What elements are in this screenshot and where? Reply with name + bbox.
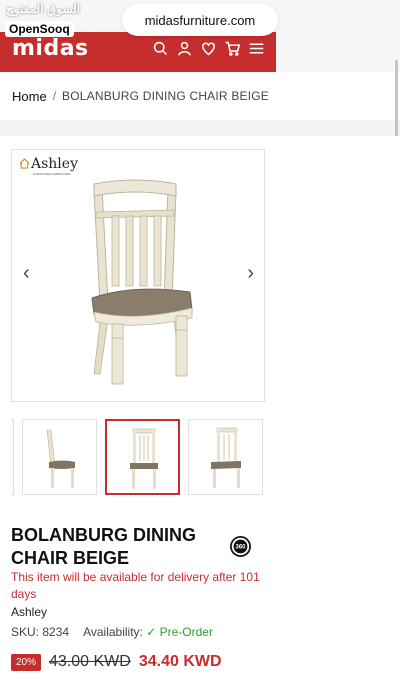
heart-icon[interactable] [200,40,217,57]
breadcrumb: Home / BOLANBURG DINING CHAIR BEIGE [0,72,400,120]
watermark-arabic: السوق المفتوح [6,2,81,16]
360-view-icon[interactable]: 360 [229,535,252,558]
watermark-opensooq: OpenSooq [5,21,74,37]
new-price: 34.40 KWD [138,653,222,670]
delivery-notice: This item will be available for delivery… [11,570,260,601]
product-brand[interactable]: Ashley [11,605,47,619]
search-icon[interactable] [152,40,169,57]
product-image-gallery[interactable]: Ashley FURNITURE HOMESTORE ‹ › [11,149,265,402]
user-icon[interactable] [176,40,193,57]
breadcrumb-current: BOLANBURG DINING CHAIR BEIGE [62,89,270,103]
thumbnail-partial[interactable] [11,419,14,495]
discount-badge: 20% [11,653,42,671]
thumbnail-chair-angle [211,427,241,488]
menu-icon[interactable] [248,40,265,57]
ashley-brand-logo: Ashley FURNITURE HOMESTORE [19,156,84,178]
cart-icon[interactable] [224,40,241,57]
price-row: 20% 43.00 KWD 34.40 KWD [11,653,222,671]
product-image-chair [91,179,193,385]
browser-url-bar[interactable]: midasfurniture.com [122,4,278,36]
chevron-left-icon[interactable]: ‹ [23,262,30,285]
breadcrumb-home[interactable]: Home [12,89,47,104]
chevron-right-icon[interactable]: › [247,262,254,285]
svg-text:360: 360 [236,545,247,551]
thumbnail-chair-front [130,428,158,489]
product-section: Ashley FURNITURE HOMESTORE ‹ › BOLANBURG… [0,136,400,691]
site-logo[interactable]: midas [12,36,89,61]
thumbnail-chair-side [46,429,75,488]
product-meta: SKU: 8234 Availability: ✓ Pre-Order [11,625,213,639]
thumbnail-1[interactable] [22,419,97,495]
header-icons [152,40,265,57]
old-price: 43.00 KWD [49,653,131,670]
check-icon: ✓ [146,625,157,639]
breadcrumb-separator: / [52,89,57,103]
availability: Availability: ✓ Pre-Order [83,625,213,639]
sku: SKU: 8234 [11,625,70,639]
product-title: BOLANBURG DINING CHAIR BEIGE [11,525,196,568]
thumbnail-3[interactable] [188,419,263,495]
house-icon [19,158,30,169]
site-header: midas midasfurniture.com السوق المفتوح O… [0,0,400,72]
availability-value: ✓ Pre-Order [146,625,213,639]
thumbnail-2[interactable] [105,419,180,495]
thumbnail-strip [11,419,264,495]
